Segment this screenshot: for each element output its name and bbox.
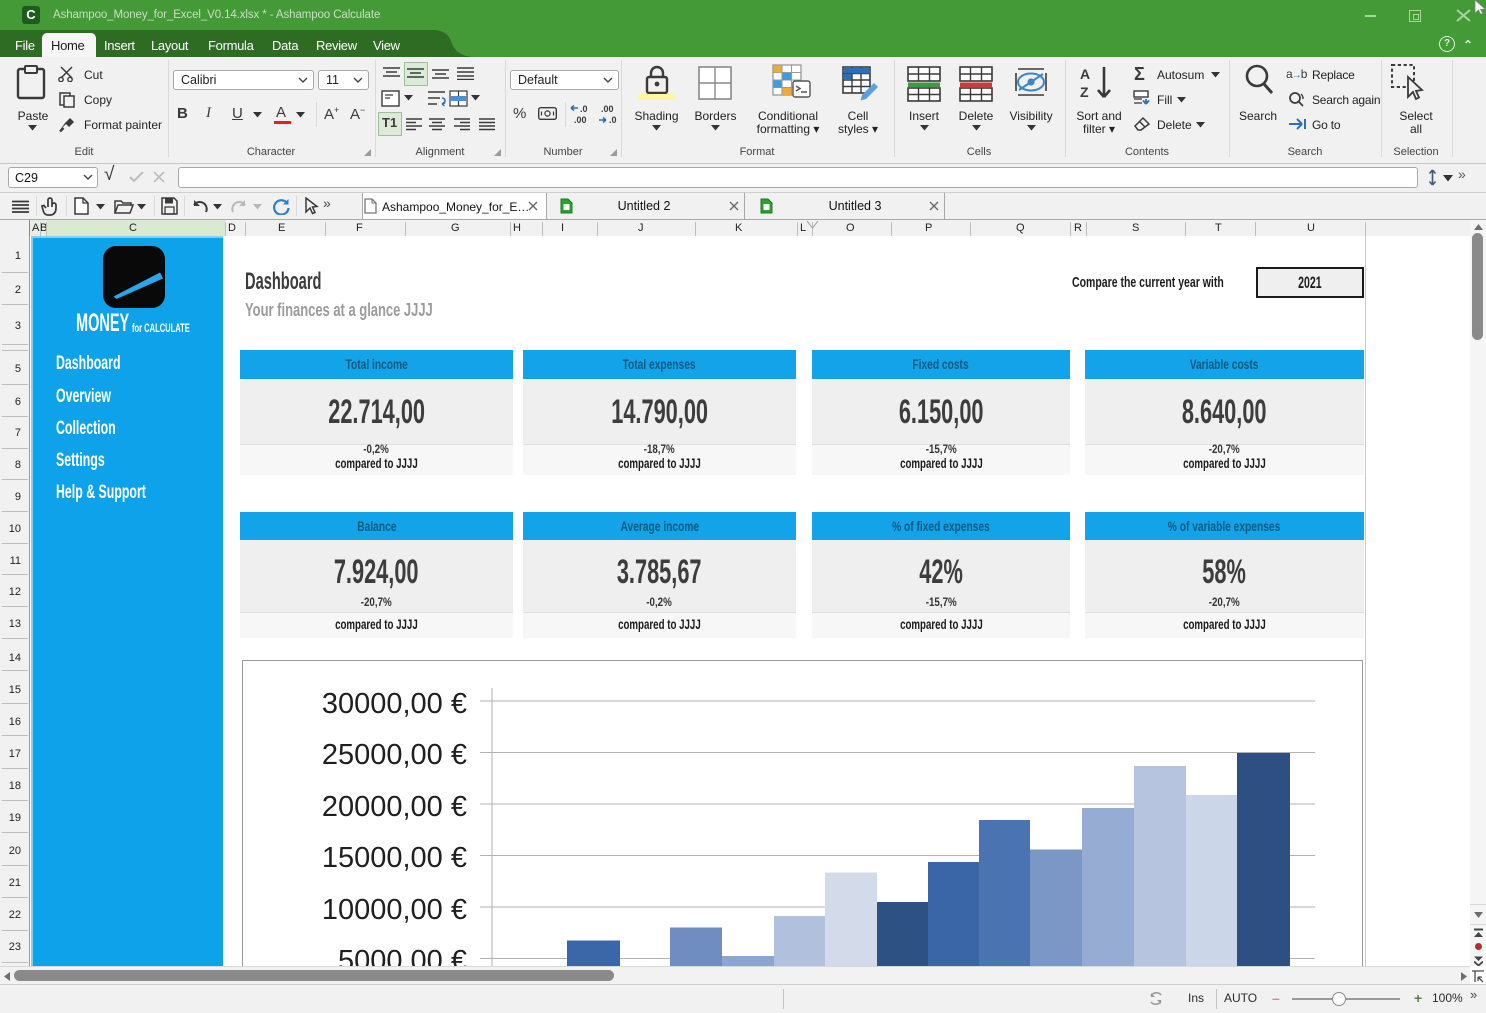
svg-text:Z: Z	[1080, 84, 1089, 100]
svg-text:.0: .0	[580, 104, 588, 114]
svg-text:.00: .00	[601, 104, 614, 114]
svg-text:.00: .00	[574, 115, 587, 125]
svg-text:A: A	[1080, 66, 1090, 82]
svg-text:.0: .0	[609, 115, 617, 125]
